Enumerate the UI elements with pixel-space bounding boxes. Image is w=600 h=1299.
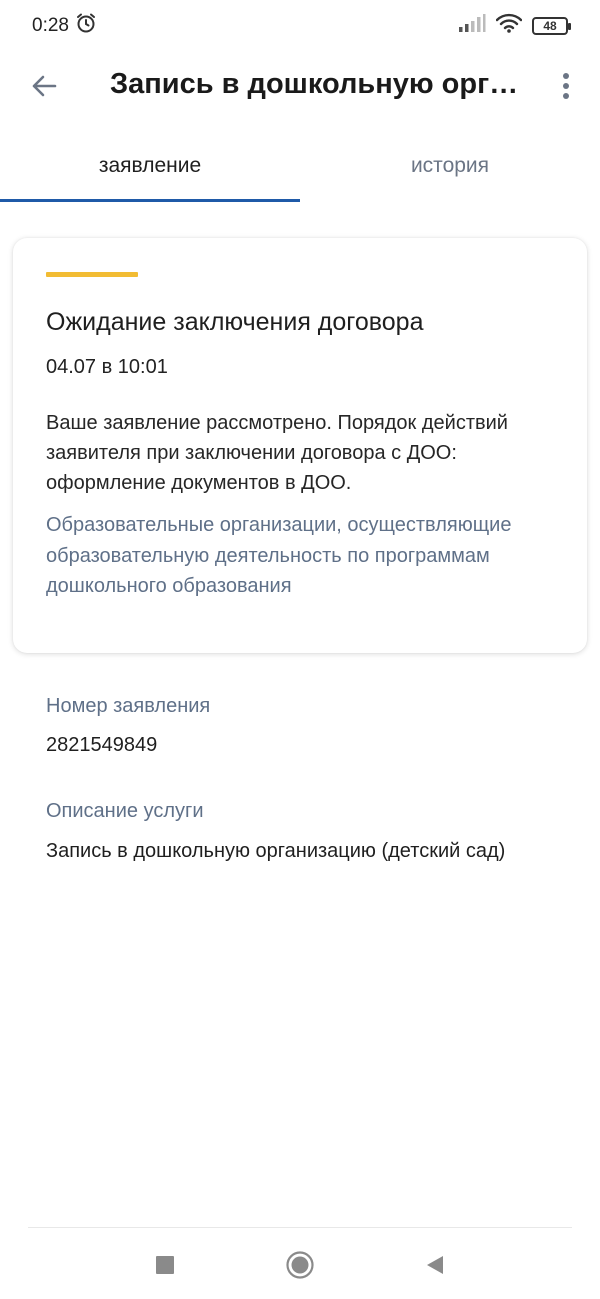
tab-bar: заявление история	[0, 130, 600, 202]
triangle-back-icon	[427, 1256, 443, 1274]
alarm-icon	[75, 12, 97, 40]
status-accent-bar	[46, 272, 138, 277]
system-back-button[interactable]	[410, 1240, 460, 1290]
tab-history[interactable]: история	[300, 130, 600, 202]
status-right: 48	[458, 13, 571, 39]
status-left: 0:28	[32, 12, 97, 40]
app-bar: Запись в дошкольную орг…	[0, 52, 600, 120]
service-description-value: Запись в дошкольную организацию (детский…	[46, 840, 506, 862]
application-number-value: 2821549849	[46, 734, 158, 756]
status-time: 0:28	[32, 15, 69, 36]
battery-icon: 48	[532, 17, 571, 35]
more-menu-button[interactable]	[548, 64, 584, 108]
battery-level: 48	[543, 19, 557, 33]
signal-icon	[458, 13, 486, 39]
system-nav-bar	[0, 1240, 600, 1290]
screen: 0:28 48 Запись в дошкольную орг… заявлен…	[0, 0, 600, 1299]
status-title: Ожидание заключения договора	[46, 308, 424, 336]
recents-button[interactable]	[140, 1240, 190, 1290]
status-bar: 0:28 48	[0, 0, 600, 52]
status-date: 04.07 в 10:01	[46, 356, 168, 378]
wifi-icon	[495, 13, 523, 39]
home-button[interactable]	[275, 1240, 325, 1290]
more-vertical-icon	[563, 73, 569, 99]
square-recents-icon	[156, 1256, 174, 1274]
page-title: Запись в дошкольную орг…	[110, 68, 519, 100]
application-number-label: Номер заявления	[46, 695, 211, 717]
back-button[interactable]	[22, 64, 66, 108]
organizations-link[interactable]: Образовательные организации, осуществляю…	[46, 510, 566, 602]
status-card: Ожидание заключения договора 04.07 в 10:…	[13, 238, 587, 653]
status-description: Ваше заявление рассмотрено. Порядок дейс…	[46, 412, 508, 494]
circle-home-icon	[286, 1251, 314, 1279]
service-description-label: Описание услуги	[46, 800, 204, 822]
arrow-left-icon	[32, 75, 57, 97]
tab-application[interactable]: заявление	[0, 130, 300, 202]
nav-divider	[28, 1227, 572, 1228]
